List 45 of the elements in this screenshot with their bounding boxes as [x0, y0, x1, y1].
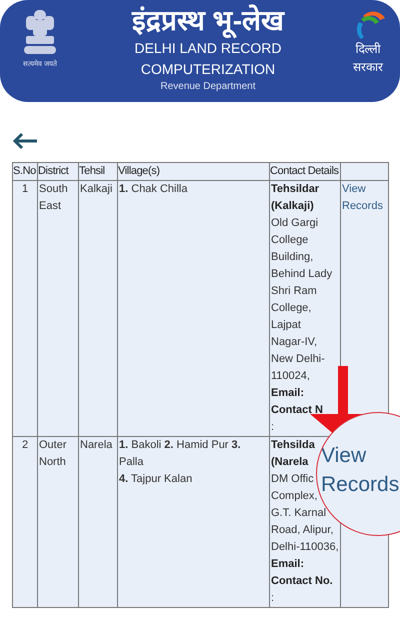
subtitle: Revenue Department — [160, 80, 256, 94]
logo-text: दिल्ली — [356, 41, 380, 58]
contact-line: : — [271, 420, 276, 435]
contact-line: Complex, — [271, 489, 318, 504]
table-cell: 2 — [22, 439, 28, 451]
contact-line: Contact N — [271, 403, 324, 418]
contact-line: Tehsilda — [271, 438, 316, 453]
column-header: Village(s) — [118, 162, 270, 180]
view-records-link[interactable]: View Records — [342, 181, 387, 215]
contact-line: : — [271, 591, 276, 606]
contact-line: Nagar-IV, — [271, 335, 318, 350]
contact-line: 110024, — [271, 369, 311, 384]
hindi-title: इंद्रप्रस्थ भू-लेख — [132, 4, 284, 38]
contact-line: Contact No. — [271, 574, 334, 589]
contact-line: Lajpat — [271, 318, 302, 333]
title-line: DELHI LAND RECORD — [134, 39, 282, 58]
contact-line: College, — [271, 301, 312, 316]
table-cell: Narela — [80, 439, 112, 451]
contact-line: College — [271, 233, 310, 248]
contact-line: Old Gargi — [271, 216, 320, 231]
village-list: 4. Tajpur Kalan — [119, 471, 268, 488]
contact-line: Building, — [271, 250, 314, 265]
contact-line: G.T. Karnal — [271, 506, 328, 521]
view-records-link[interactable]: View Records — [321, 441, 400, 499]
village-list: 1. Bakoli 2. Hamid Pur 3. Palla — [119, 437, 268, 471]
contact-line: Shri Ram — [271, 284, 318, 299]
contact-line: (Kalkaji) — [271, 199, 315, 214]
column-header: Contact Details — [270, 162, 340, 180]
logo-text: सरकार — [353, 59, 383, 76]
contact-line: Road, Alipur, — [271, 523, 334, 538]
contact-line: Behind Lady — [271, 267, 334, 282]
table-cell: South East — [39, 183, 68, 212]
title-line: COMPUTERIZATION — [140, 60, 276, 79]
table-cell: Kalkaji — [80, 183, 112, 195]
column-header: S.No — [12, 162, 38, 180]
table-cell: 1 — [22, 183, 28, 195]
contact-line: Delhi-110036, — [271, 540, 339, 555]
column-header: Tehsil — [78, 162, 118, 180]
column-header: District — [38, 162, 78, 180]
contact-line: Email: — [271, 557, 306, 572]
table-cell: Outer North — [39, 439, 67, 468]
contact-line: New Delhi- — [271, 352, 326, 367]
contact-line: Tehsildar — [271, 182, 320, 197]
village-list: 1. Chak Chilla — [119, 181, 268, 198]
contact-line: Email: — [271, 386, 306, 401]
